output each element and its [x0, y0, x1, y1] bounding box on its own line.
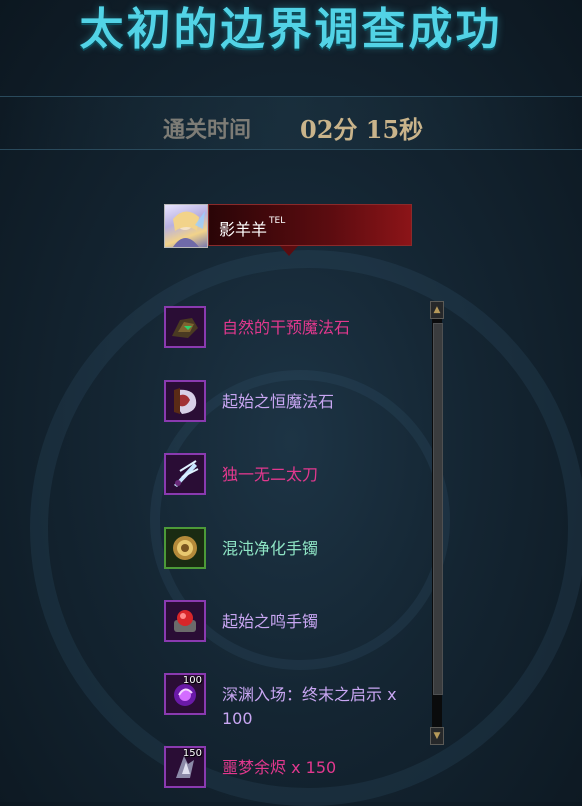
reward-list-scrollbar[interactable]: ▲ ▼ [430, 301, 444, 745]
arrow-up-icon: ▲ [433, 305, 441, 315]
reward-count: 150 [182, 748, 202, 759]
scroll-down-button[interactable]: ▼ [430, 727, 444, 745]
reward-item[interactable]: 混沌净化手镯 [164, 527, 424, 575]
reward-item[interactable]: 起始之鸣手镯 [164, 600, 424, 648]
reward-icon-slot: 100 [164, 673, 206, 715]
character-portrait-icon [173, 211, 205, 247]
reward-icon-slot [164, 527, 206, 569]
reward-name: 混沌净化手镯 [222, 539, 319, 558]
bracelet-icon [173, 536, 197, 560]
magic-stone-icon [174, 388, 197, 414]
player-tag: TEL [269, 216, 286, 226]
player-name: 影羊羊 TEL [219, 216, 286, 239]
reward-icon-slot: 150 [164, 746, 206, 788]
reward-item[interactable]: 150 噩梦余烬 x 150 [164, 746, 424, 794]
katana-icon [174, 460, 199, 487]
player-card-pointer [280, 246, 298, 256]
reward-name: 自然的干预魔法石 [222, 318, 351, 337]
scroll-thumb[interactable] [433, 323, 443, 695]
reward-name: 起始之鸣手镯 [222, 612, 319, 631]
reward-name: 噩梦余烬 x 150 [222, 758, 337, 777]
reward-icon-slot [164, 453, 206, 495]
player-name-box: 影羊羊 TEL [208, 204, 412, 246]
reward-name: 深渊入场：终末之启示 x 100 [222, 685, 397, 728]
reward-item[interactable]: 自然的干预魔法石 [164, 306, 424, 354]
clear-time-bar [0, 96, 582, 150]
arrow-down-icon: ▼ [433, 731, 441, 741]
reward-name: 起始之恒魔法石 [222, 392, 335, 411]
clear-time-label: 通关时间 [163, 117, 252, 143]
dungeon-clear-title: 太初的边界调查成功 [79, 4, 503, 55]
reward-icon-slot [164, 600, 206, 642]
bracelet-icon [174, 610, 196, 632]
scroll-up-button[interactable]: ▲ [430, 301, 444, 319]
reward-icon-slot [164, 380, 206, 422]
magic-stone-icon [172, 318, 198, 338]
reward-item[interactable]: 独一无二太刀 [164, 453, 424, 501]
reward-icon-slot [164, 306, 206, 348]
player-avatar [164, 204, 208, 248]
reward-count: 100 [182, 675, 202, 686]
clear-time-value: 02分 15秒 [300, 115, 424, 144]
reward-name: 独一无二太刀 [222, 465, 319, 484]
reward-item[interactable]: 起始之恒魔法石 [164, 380, 424, 428]
player-card[interactable]: 影羊羊 TEL [164, 204, 412, 256]
reward-item[interactable]: 100 深渊入场：终末之启示 x 100 [164, 673, 424, 728]
